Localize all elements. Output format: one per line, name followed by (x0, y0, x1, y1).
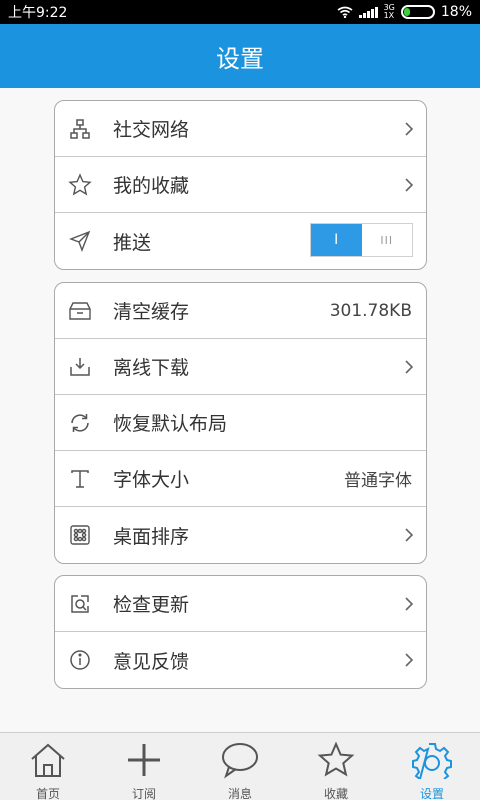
toggle-on-label: I (311, 224, 362, 256)
row-label: 桌面排序 (113, 525, 190, 548)
row-clear-cache[interactable]: 清空缓存 301.78KB (55, 283, 426, 339)
chevron-right-icon (392, 527, 426, 543)
bottom-tab-bar: 首页 订阅 消息 收藏 设置 (0, 732, 480, 800)
push-toggle[interactable]: I III (310, 223, 413, 257)
toggle-off-label: III (361, 224, 412, 256)
send-icon (55, 230, 105, 252)
chevron-right-icon (392, 652, 426, 668)
chevron-right-icon (392, 596, 426, 612)
network-type: 3G 1X (384, 4, 395, 20)
page-title: 设置 (216, 44, 264, 73)
status-time: 上午9:22 (8, 5, 68, 21)
row-feedback[interactable]: 意见反馈 (55, 632, 426, 688)
row-label: 检查更新 (113, 594, 190, 616)
tab-label: 首页 (35, 787, 60, 800)
chevron-right-icon (392, 359, 426, 375)
row-label: 离线下载 (113, 357, 190, 379)
tab-settings[interactable]: 设置 (384, 733, 480, 800)
chevron-right-icon (392, 177, 426, 193)
settings-content: 社交网络 我的收藏 推送 I III 清空缓存 301.78KB 离线下载 恢复… (0, 88, 480, 732)
tab-home[interactable]: 首页 (0, 733, 96, 800)
grid-icon (55, 524, 105, 546)
signal-icon (358, 6, 378, 18)
chevron-right-icon (392, 121, 426, 137)
settings-group-general: 清空缓存 301.78KB 离线下载 恢复默认布局 字体大小 普通字体 桌面排序 (54, 282, 427, 564)
tab-label: 收藏 (323, 787, 348, 800)
tab-favorites[interactable]: 收藏 (288, 733, 384, 800)
tab-messages[interactable]: 消息 (192, 733, 288, 800)
row-desktop-sort[interactable]: 桌面排序 (55, 507, 426, 563)
star-icon (55, 172, 105, 197)
tab-label: 消息 (227, 787, 252, 800)
download-icon (55, 356, 105, 378)
cache-icon (55, 301, 105, 321)
star-outline-icon (316, 741, 356, 783)
tab-label: 订阅 (131, 787, 156, 800)
network-bottom: 1X (383, 11, 395, 20)
row-check-update[interactable]: 检查更新 (55, 576, 426, 632)
info-icon (55, 649, 105, 671)
font-size-value: 普通字体 (344, 471, 412, 491)
battery-icon (400, 5, 435, 19)
row-social-network[interactable]: 社交网络 (55, 101, 426, 157)
plus-icon (124, 741, 164, 783)
row-label: 我的收藏 (113, 175, 190, 197)
tab-label: 设置 (419, 787, 444, 800)
row-push: 推送 I III (55, 213, 426, 269)
row-label: 清空缓存 (113, 301, 190, 323)
row-restore-layout[interactable]: 恢复默认布局 (55, 395, 426, 451)
message-icon (220, 741, 260, 783)
network-icon (55, 118, 105, 140)
row-my-favorites[interactable]: 我的收藏 (55, 157, 426, 213)
row-offline-download[interactable]: 离线下载 (55, 339, 426, 395)
row-label: 恢复默认布局 (113, 413, 228, 435)
row-label: 字体大小 (113, 469, 190, 491)
status-bar: 上午9:22 3G 1X 18% (0, 0, 480, 24)
update-icon (55, 593, 105, 615)
refresh-icon (55, 411, 105, 435)
settings-group-social: 社交网络 我的收藏 推送 I III (54, 100, 427, 270)
row-label: 社交网络 (113, 119, 190, 141)
cache-size: 301.78KB (329, 300, 412, 321)
settings-group-about: 检查更新 意见反馈 (54, 575, 427, 689)
title-bar: 设置 (0, 24, 480, 88)
settings-gear-icon (412, 741, 452, 783)
font-icon (55, 468, 105, 490)
row-label: 意见反馈 (113, 650, 190, 673)
battery-percent: 18% (440, 4, 472, 20)
home-icon (28, 741, 68, 783)
row-font-size[interactable]: 字体大小 普通字体 (55, 451, 426, 507)
tab-subscribe[interactable]: 订阅 (96, 733, 192, 800)
wifi-icon (337, 6, 353, 19)
